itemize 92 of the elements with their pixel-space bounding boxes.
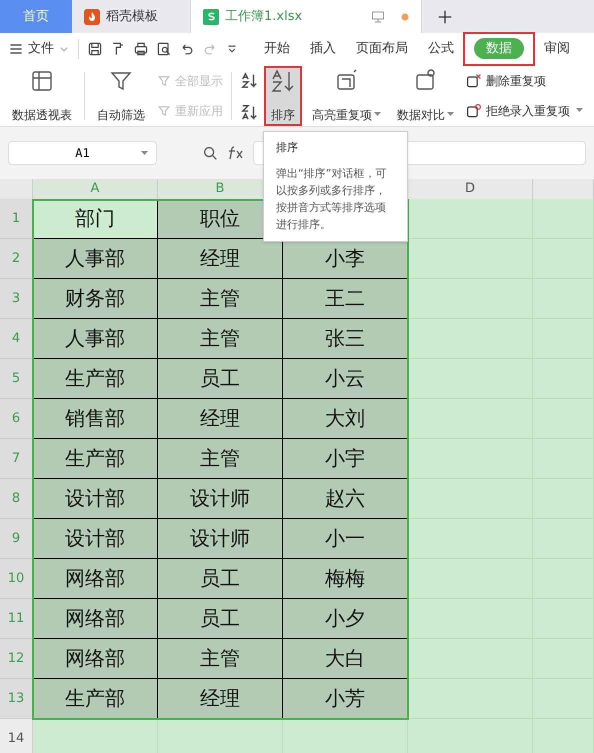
table-cell: 员工 — [158, 359, 283, 399]
spreadsheet-icon — [203, 8, 219, 24]
print-preview-icon[interactable] — [156, 41, 172, 57]
caret-icon — [447, 112, 454, 117]
table-cell — [533, 199, 594, 239]
sort-icon — [270, 68, 296, 94]
table-cell: 主管 — [158, 439, 283, 479]
flame-icon — [84, 8, 100, 24]
row-header[interactable]: 5 — [0, 359, 33, 399]
table-cell: 主管 — [158, 319, 283, 359]
table-cell: 网络部 — [33, 599, 158, 639]
table-cell: 部门 — [33, 199, 158, 239]
table-cell: 经理 — [158, 399, 283, 439]
table-cell: 小云 — [283, 359, 408, 399]
table-cell: 生产部 — [33, 439, 158, 479]
table-cell: 生产部 — [33, 359, 158, 399]
column-header[interactable]: A — [33, 179, 158, 199]
table-cell: 设计师 — [158, 519, 283, 559]
table-cell: 人事部 — [33, 239, 158, 279]
table-cell: 员工 — [158, 559, 283, 599]
ribbon-tab[interactable]: 开始 — [255, 34, 299, 64]
table-cell: 经理 — [158, 679, 283, 719]
row-header[interactable]: 8 — [0, 479, 33, 519]
table-cell: 小芳 — [283, 679, 408, 719]
ribbon-button[interactable]: 拒绝录入重复项 — [466, 102, 583, 120]
ribbon-tab[interactable]: 公式 — [419, 34, 463, 64]
name-box[interactable]: A1 — [8, 141, 157, 165]
row-header[interactable]: 11 — [0, 599, 33, 639]
row-header[interactable]: 10 — [0, 559, 33, 599]
row-header[interactable]: 14 — [0, 719, 33, 753]
reject-duplicates-icon[interactable] — [466, 102, 482, 118]
caret-icon — [374, 112, 381, 117]
row-header[interactable]: 2 — [0, 239, 33, 279]
print-icon[interactable] — [133, 41, 149, 57]
table-cell: 设计部 — [33, 479, 158, 519]
tab-label: 稻壳模板 — [106, 8, 158, 26]
row-header[interactable]: 7 — [0, 439, 33, 479]
caret-icon — [141, 150, 148, 156]
ribbon-button[interactable]: 高亮重复项 — [308, 68, 385, 124]
table-cell: 大刘 — [283, 399, 408, 439]
ribbon-button[interactable]: 数据对比 — [393, 68, 458, 124]
table-cell: 主管 — [158, 279, 283, 319]
ribbon-tab[interactable]: 审阅 — [535, 34, 579, 64]
caret-icon — [576, 108, 583, 113]
table-cell: 张三 — [283, 319, 408, 359]
table-cell: 网络部 — [33, 639, 158, 679]
table-cell: 生产部 — [33, 679, 158, 719]
table-cell: 销售部 — [33, 399, 158, 439]
row-header[interactable]: 12 — [0, 639, 33, 679]
table-cell: 小宇 — [283, 439, 408, 479]
ribbon-tab[interactable]: 页面布局 — [347, 34, 417, 64]
save-icon[interactable] — [87, 41, 103, 57]
format-painter-icon[interactable] — [110, 41, 126, 57]
monitor-icon[interactable] — [371, 10, 385, 24]
row-header[interactable]: 6 — [0, 399, 33, 439]
table-cell: 小一 — [283, 519, 408, 559]
row-header[interactable]: 3 — [0, 279, 33, 319]
add-tab-icon[interactable] — [436, 8, 454, 26]
file-menu[interactable]: 文件 — [28, 39, 54, 59]
ribbon-button[interactable]: 排序 — [266, 68, 300, 124]
tooltip-title: 排序 — [276, 140, 299, 156]
remove-duplicates-icon[interactable] — [466, 72, 482, 88]
unsaved-dot-icon — [401, 12, 409, 20]
row-header[interactable]: 1 — [0, 199, 33, 239]
table-cell: 主管 — [158, 639, 283, 679]
row-header[interactable]: 9 — [0, 519, 33, 559]
ribbon-button[interactable]: 数据透视表 — [8, 68, 76, 124]
table-cell: 梅梅 — [283, 559, 408, 599]
table-cell: 经理 — [158, 239, 283, 279]
row-header[interactable]: 13 — [0, 679, 33, 719]
tab-label: 首页 — [23, 8, 49, 26]
document-tab[interactable]: 首页 — [0, 0, 72, 33]
table-cell: 设计部 — [33, 519, 158, 559]
ribbon-button[interactable]: 删除重复项 — [466, 72, 583, 90]
table-cell: 小夕 — [283, 599, 408, 639]
sort-ascending-icon[interactable] — [240, 70, 258, 90]
table-cell: 员工 — [158, 599, 283, 639]
ribbon-tab[interactable]: 插入 — [301, 34, 345, 64]
table-cell: 网络部 — [33, 559, 158, 599]
ribbon-button[interactable]: 自动筛选 — [93, 68, 149, 124]
table-cell: 王二 — [283, 279, 408, 319]
table-cell: 财务部 — [33, 279, 158, 319]
table-cell: 人事部 — [33, 319, 158, 359]
row-header[interactable]: 4 — [0, 319, 33, 359]
function-icon[interactable] — [227, 145, 245, 161]
table-cell: 赵六 — [283, 479, 408, 519]
zoom-icon[interactable] — [201, 144, 219, 162]
table-cell: 设计师 — [158, 479, 283, 519]
tab-label: 工作簿1.xlsx — [225, 8, 302, 26]
table-cell: 小李 — [283, 239, 408, 279]
document-tab[interactable]: 工作簿1.xlsx — [190, 0, 422, 33]
table-cell: 大白 — [283, 639, 408, 679]
